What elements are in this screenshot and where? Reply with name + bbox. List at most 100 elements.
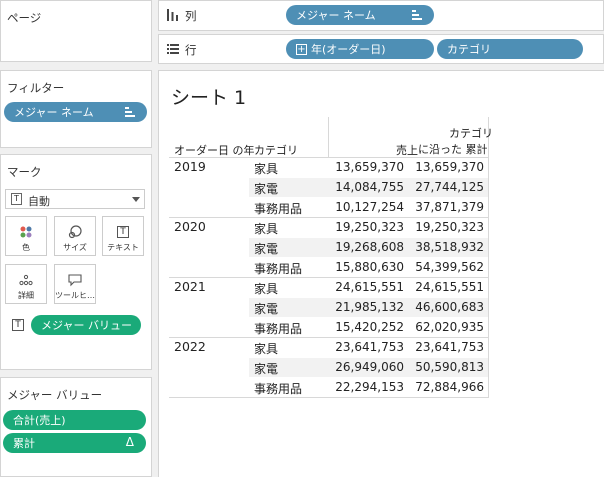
mark-card-detail[interactable]: 詳細	[5, 264, 47, 304]
category-cell[interactable]: 家電	[254, 300, 278, 317]
running-total-value[interactable]: 54,399,562	[404, 260, 484, 274]
rows-label: 行	[185, 43, 197, 57]
sort-icon	[125, 107, 135, 117]
columns-pill-label: メジャー ネーム	[296, 9, 376, 22]
delta-icon: Δ	[125, 435, 134, 449]
mark-card-tooltip[interactable]: ツールヒ…	[54, 264, 96, 304]
category-cell[interactable]: 事務用品	[254, 260, 302, 277]
rows-shelf-icon	[167, 44, 179, 57]
category-cell[interactable]: 家電	[254, 240, 278, 257]
running-total-value[interactable]: 13,659,370	[404, 160, 484, 174]
pages-panel[interactable]: ページ	[0, 0, 152, 62]
sales-value[interactable]: 22,294,153	[324, 380, 404, 394]
rows-pill-year-order-date[interactable]: + 年(オーダー日)	[286, 39, 434, 59]
mark-card-label: テキスト	[107, 243, 139, 252]
text-mark-icon: T	[11, 193, 22, 205]
size-icon	[55, 222, 95, 242]
expand-plus-icon: +	[296, 43, 307, 55]
columns-shelf-icon	[167, 9, 178, 24]
sales-value[interactable]: 15,420,252	[324, 320, 404, 334]
category-cell[interactable]: 家具	[254, 280, 278, 297]
mark-card-color[interactable]: 色	[5, 216, 47, 256]
sort-icon	[412, 10, 422, 20]
sales-value[interactable]: 10,127,254	[324, 200, 404, 214]
columns-label: 列	[185, 9, 197, 23]
year-header[interactable]: 2020	[174, 219, 206, 234]
running-total-value[interactable]: 27,744,125	[404, 180, 484, 194]
running-total-value[interactable]: 23,641,753	[404, 340, 484, 354]
marks-label: マーク	[7, 165, 42, 179]
filters-label: フィルター	[7, 81, 65, 95]
measure-values-label: メジャー バリュー	[7, 388, 103, 402]
running-total-value[interactable]: 37,871,379	[404, 200, 484, 214]
mark-type-value: 自動	[28, 195, 50, 208]
sales-value[interactable]: 19,268,608	[324, 240, 404, 254]
pages-label: ページ	[7, 11, 42, 25]
mark-card-size[interactable]: サイズ	[54, 216, 96, 256]
mark-card-label: ツールヒ…	[55, 291, 95, 300]
mark-card-label: 詳細	[18, 291, 34, 300]
mark-card-text[interactable]: T テキスト	[102, 216, 144, 256]
rows-pill-category[interactable]: カテゴリ	[437, 39, 583, 59]
header-running-total-line1[interactable]: カテゴリ	[449, 125, 493, 141]
running-total-value[interactable]: 62,020,935	[404, 320, 484, 334]
category-cell[interactable]: 家具	[254, 340, 278, 357]
sales-value[interactable]: 26,949,060	[324, 360, 404, 374]
chevron-down-icon	[132, 197, 140, 202]
marks-panel[interactable]: マーク	[0, 154, 152, 370]
header-running-total-line2[interactable]: に沿った 累計	[418, 141, 488, 157]
text-pill-measure-values[interactable]: メジャー バリュー	[31, 315, 141, 335]
sales-value[interactable]: 14,084,755	[324, 180, 404, 194]
filters-panel[interactable]: フィルター メジャー ネーム	[0, 70, 152, 148]
sales-value[interactable]: 19,250,323	[324, 220, 404, 234]
sales-value[interactable]: 13,659,370	[324, 160, 404, 174]
text-pill-label: メジャー バリュー	[41, 319, 132, 332]
table-divider	[328, 117, 329, 157]
detail-icon	[6, 270, 46, 290]
measure-pill-sum-sales[interactable]: 合計(売上)	[3, 410, 146, 430]
running-total-value[interactable]: 38,518,932	[404, 240, 484, 254]
running-total-value[interactable]: 72,884,966	[404, 380, 484, 394]
category-cell[interactable]: 事務用品	[254, 320, 302, 337]
mark-type-dropdown[interactable]: T 自動	[5, 189, 145, 209]
category-cell[interactable]: 事務用品	[254, 200, 302, 217]
sales-value[interactable]: 21,985,132	[324, 300, 404, 314]
header-category[interactable]: カテゴリ	[254, 142, 298, 158]
filter-pill-label: メジャー ネーム	[14, 106, 94, 119]
tooltip-icon	[55, 270, 95, 290]
table-divider	[169, 217, 489, 218]
category-cell[interactable]: 家電	[254, 360, 278, 377]
category-cell[interactable]: 家電	[254, 180, 278, 197]
color-dots-icon	[6, 222, 46, 242]
table-divider	[169, 397, 489, 398]
running-total-value[interactable]: 46,600,683	[404, 300, 484, 314]
mark-card-label: 色	[22, 243, 30, 252]
table-divider	[488, 117, 489, 397]
category-cell[interactable]: 事務用品	[254, 380, 302, 397]
year-header[interactable]: 2022	[174, 339, 206, 354]
running-total-value[interactable]: 50,590,813	[404, 360, 484, 374]
measure-pill-label: 合計(売上)	[13, 414, 66, 427]
year-header[interactable]: 2019	[174, 159, 206, 174]
category-cell[interactable]: 家具	[254, 220, 278, 237]
running-total-value[interactable]: 24,615,551	[404, 280, 484, 294]
rows-pill-label: カテゴリ	[447, 43, 491, 56]
table-divider	[169, 337, 489, 338]
measure-pill-running-total[interactable]: 累計 Δ	[3, 433, 146, 453]
rows-pill-label: 年(オーダー日)	[311, 43, 386, 56]
year-header[interactable]: 2021	[174, 279, 206, 294]
columns-pill-measure-names[interactable]: メジャー ネーム	[286, 5, 434, 25]
sales-value[interactable]: 15,880,630	[324, 260, 404, 274]
text-shelf-icon: T	[12, 319, 24, 331]
text-icon: T	[103, 222, 143, 242]
filter-pill-measure-names[interactable]: メジャー ネーム	[4, 102, 147, 122]
sales-value[interactable]: 24,615,551	[324, 280, 404, 294]
header-order-year[interactable]: オーダー日 の年	[174, 142, 255, 158]
category-cell[interactable]: 家具	[254, 160, 278, 177]
header-sales[interactable]: 売上	[396, 142, 418, 158]
sheet-title[interactable]: シート 1	[171, 83, 246, 110]
sales-value[interactable]: 23,641,753	[324, 340, 404, 354]
running-total-value[interactable]: 19,250,323	[404, 220, 484, 234]
mark-card-label: サイズ	[63, 243, 87, 252]
measure-pill-label: 累計	[13, 437, 35, 450]
